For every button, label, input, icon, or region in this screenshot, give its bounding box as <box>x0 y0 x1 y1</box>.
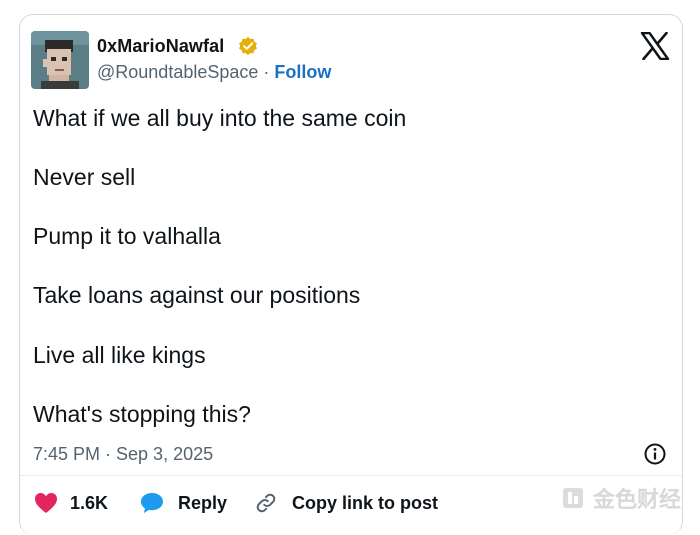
copy-link-button[interactable]: Copy link to post <box>254 488 438 518</box>
follow-button[interactable]: Follow <box>274 62 331 82</box>
heart-icon <box>35 493 57 513</box>
post-text-line: What's stopping this? <box>33 401 251 427</box>
author-handle[interactable]: @RoundtableSpace <box>97 62 258 82</box>
author-display-name[interactable]: 0xMarioNawfal <box>97 36 224 57</box>
post-text-line: Take loans against our positions <box>33 282 361 308</box>
post-timestamp[interactable]: 7:45 PM · Sep 3, 2025 <box>33 444 213 465</box>
reply-button[interactable]: Reply <box>140 488 227 518</box>
reply-label: Reply <box>178 492 228 513</box>
avatar-image <box>31 31 89 89</box>
divider <box>20 475 682 476</box>
post-text-line: Never sell <box>33 164 136 190</box>
watermark: 金色财经 <box>561 482 681 514</box>
copy-link-label: Copy link to post <box>292 492 438 513</box>
like-button[interactable]: 1.6K <box>34 488 108 518</box>
post-text-line: What if we all buy into the same coin <box>33 105 407 131</box>
handle-separator: · <box>263 62 270 82</box>
verified-badge-icon <box>239 36 257 56</box>
x-logo-icon[interactable] <box>640 32 670 60</box>
watermark-text: 金色财经 <box>593 487 682 512</box>
link-icon <box>256 493 276 513</box>
author-handle-row: @RoundtableSpace · Follow <box>97 62 331 83</box>
post-text-line: Pump it to valhalla <box>33 223 221 249</box>
avatar[interactable] <box>31 31 89 89</box>
speech-bubble-icon <box>141 493 163 513</box>
post-text-line: Live all like kings <box>33 342 206 368</box>
watermark-logo-icon <box>563 488 583 508</box>
like-count: 1.6K <box>70 492 109 513</box>
info-icon[interactable] <box>643 442 667 466</box>
